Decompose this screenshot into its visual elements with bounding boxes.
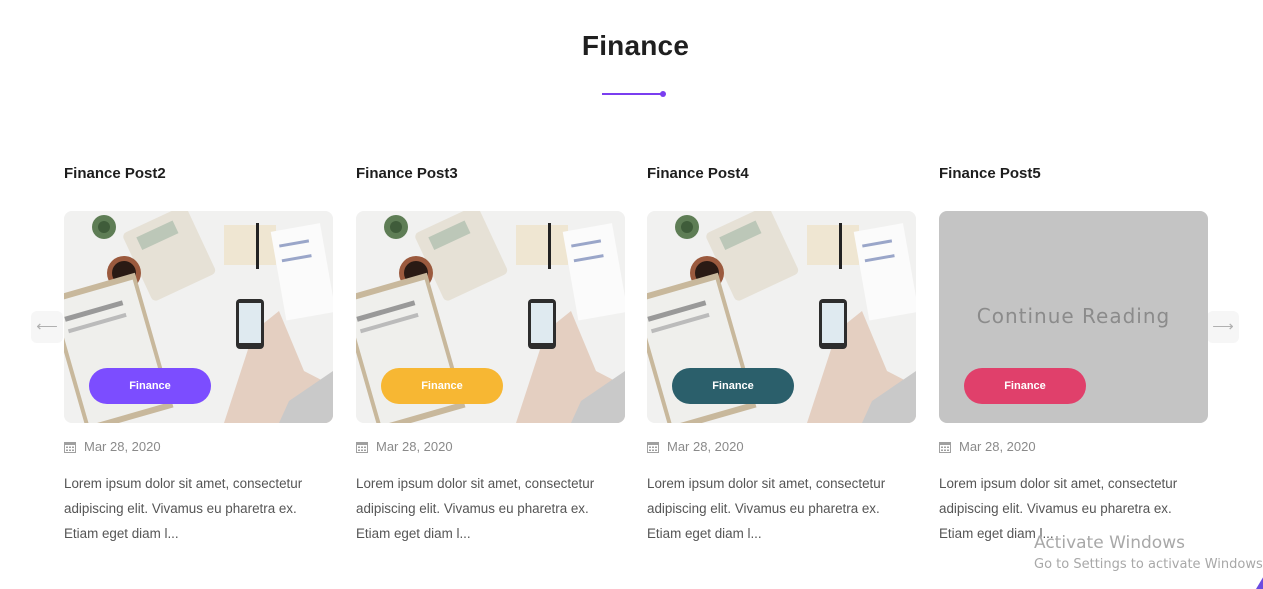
arrow-left-icon: ⟵ — [36, 318, 58, 335]
post-thumbnail[interactable]: Finance — [356, 211, 625, 423]
continue-reading-label[interactable]: Continue Reading — [939, 304, 1208, 328]
post-excerpt: Lorem ipsum dolor sit amet, consectetur … — [647, 476, 886, 541]
section-title: Finance — [581, 30, 690, 61]
category-button[interactable]: Finance — [381, 368, 503, 404]
watermark-title: Activate Windows — [1034, 533, 1185, 553]
carousel-next-button[interactable]: ⟶ — [1207, 311, 1239, 343]
post-card: Finance Post2 Finance Mar 28, 2020 Lorem… — [64, 160, 333, 541]
arrow-right-icon: ⟶ — [1212, 318, 1234, 335]
category-button[interactable]: Finance — [89, 368, 211, 404]
post-card: Finance Post4 Finance Mar 28, 2020 Lorem… — [647, 160, 916, 541]
category-button[interactable]: Finance — [964, 368, 1086, 404]
post-title[interactable]: Finance Post2 — [64, 160, 333, 188]
title-divider — [602, 91, 666, 97]
carousel-prev-button[interactable]: ⟵ — [31, 311, 63, 343]
divider-line — [602, 93, 663, 95]
post-thumbnail-placeholder[interactable]: Continue Reading Finance — [939, 211, 1208, 423]
post-card: Finance Post5 Continue Reading Finance M… — [939, 160, 1208, 541]
post-excerpt: Lorem ipsum dolor sit amet, consectetur … — [356, 476, 595, 541]
post-title[interactable]: Finance Post4 — [647, 160, 916, 188]
category-button[interactable]: Finance — [672, 368, 794, 404]
post-card: Finance Post3 Finance Mar 28, 2020 Lorem… — [356, 160, 625, 541]
activate-windows-watermark: Activate Windows Go to Settings to activ… — [1034, 532, 1263, 576]
post-date: Mar 28, 2020 — [84, 439, 161, 454]
calendar-icon — [647, 441, 659, 453]
calendar-icon — [939, 441, 951, 453]
post-excerpt: Lorem ipsum dolor sit amet, consectetur … — [64, 476, 303, 541]
calendar-icon — [356, 441, 368, 453]
post-meta: Mar 28, 2020 — [356, 439, 453, 454]
post-meta: Mar 28, 2020 — [647, 439, 744, 454]
post-title[interactable]: Finance Post3 — [356, 160, 625, 188]
calendar-icon — [64, 441, 76, 453]
post-date: Mar 28, 2020 — [376, 439, 453, 454]
post-date: Mar 28, 2020 — [959, 439, 1036, 454]
post-title[interactable]: Finance Post5 — [939, 160, 1208, 188]
divider-dot — [660, 91, 666, 97]
post-thumbnail[interactable]: Finance — [64, 211, 333, 423]
corner-accent-shape — [1256, 574, 1263, 589]
post-meta: Mar 28, 2020 — [64, 439, 161, 454]
post-meta: Mar 28, 2020 — [939, 439, 1036, 454]
post-date: Mar 28, 2020 — [667, 439, 744, 454]
watermark-subtitle: Go to Settings to activate Windows. — [1034, 557, 1263, 572]
post-thumbnail[interactable]: Finance — [647, 211, 916, 423]
